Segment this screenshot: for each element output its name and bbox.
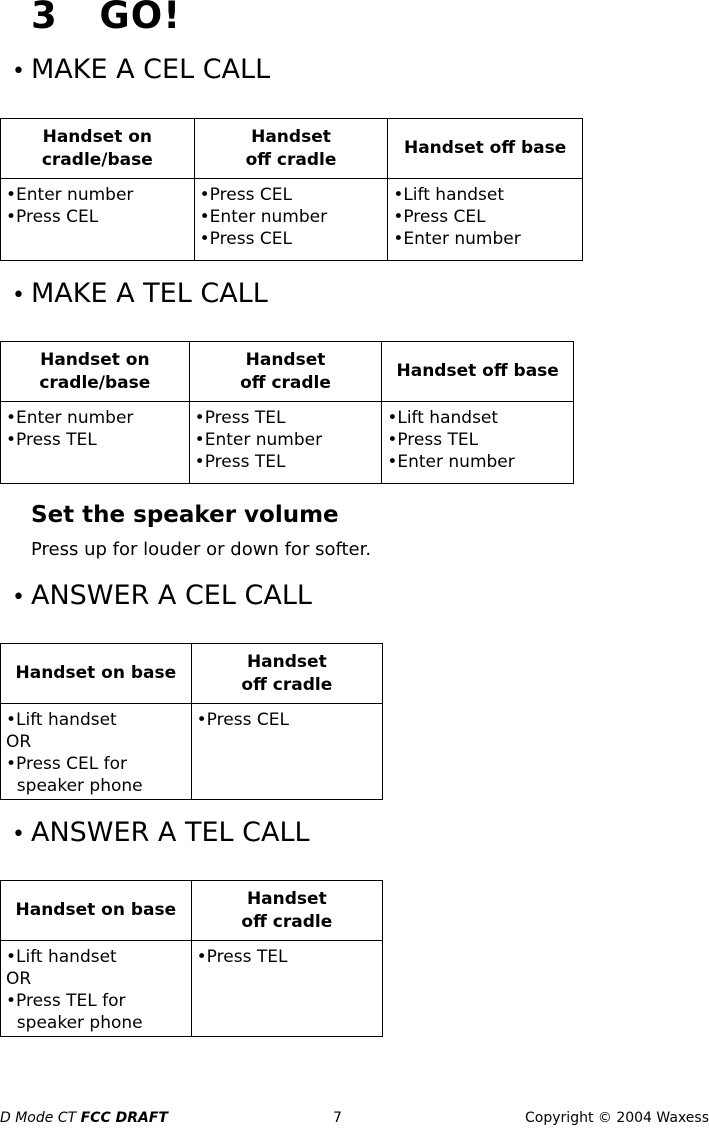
step-item: •Enter number	[6, 408, 134, 428]
step-item: •Enter number	[387, 452, 515, 472]
bullet-icon: •	[12, 283, 25, 308]
step-item: •Lift handset	[393, 185, 505, 205]
column-header: Handset off base	[387, 118, 583, 179]
step-item: •Press TEL	[6, 430, 97, 450]
heading-text: MAKE A CEL CALL	[31, 54, 271, 85]
step-item: •Press CEL	[6, 207, 99, 227]
step-item: •Lift handset	[387, 408, 499, 428]
bullet-icon: •	[12, 822, 25, 847]
table-header-row: Handset on base Handset off cradle	[0, 643, 384, 704]
step-item: •Press CEL	[199, 229, 292, 249]
section-heading-make-tel-call: • MAKE A TEL CALL	[12, 278, 268, 309]
table-cell: •Enter number •Press TEL	[0, 401, 190, 484]
bullet-icon: •	[12, 59, 25, 84]
speaker-volume-title: Set the speaker volume	[31, 502, 339, 528]
table-cell: •Lift handset •Press CEL •Enter number	[387, 178, 583, 261]
column-header: Handset off cradle	[193, 118, 389, 179]
table-header-row: Handset on cradle/base Handset off cradle…	[0, 118, 583, 179]
page-title: 3 GO!	[31, 0, 182, 37]
step-item: speaker phone	[6, 1013, 143, 1033]
table-cell: •Lift handset OR •Press TEL for speaker ph…	[0, 940, 192, 1037]
step-item: •Enter number	[194, 430, 323, 450]
make-cel-call-table: Handset on cradle/base Handset off cradle…	[0, 118, 583, 261]
table-header-row: Handset on cradle/base Handset off cradle…	[0, 341, 574, 402]
column-header: Handset on base	[0, 643, 192, 704]
step-item: •Enter number	[393, 229, 521, 249]
footer-document-label: D Mode CT FCC DRAFT	[0, 1110, 168, 1126]
answer-cel-call-table: Handset on base Handset off cradle •Lift …	[0, 643, 384, 800]
section-heading-make-cel-call: • MAKE A CEL CALL	[12, 54, 270, 85]
step-item: •Press TEL	[387, 430, 479, 450]
answer-tel-call-table: Handset on base Handset off cradle •Lift …	[0, 880, 384, 1037]
step-item: speaker phone	[6, 776, 143, 796]
step-item: •Lift handset	[6, 947, 117, 967]
step-item: •Press TEL	[194, 408, 286, 428]
step-item: OR	[6, 969, 32, 989]
footer-draft-label: FCC DRAFT	[80, 1110, 168, 1126]
section-heading-answer-cel-call: • ANSWER A CEL CALL	[12, 580, 312, 611]
bullet-icon: •	[12, 585, 25, 610]
table-row: •Enter number •Press TEL •Press TEL •Enter …	[0, 401, 574, 484]
column-header: Handset off cradle	[190, 880, 384, 941]
heading-text: ANSWER A CEL CALL	[31, 580, 312, 611]
column-header: Handset on base	[0, 880, 192, 941]
table-header-row: Handset on base Handset off cradle	[0, 880, 384, 941]
heading-text: ANSWER A TEL CALL	[31, 817, 310, 848]
step-item: •Enter number	[6, 185, 134, 205]
column-header: Handset on cradle/base	[0, 118, 195, 179]
column-header: Handset on cradle/base	[0, 341, 190, 402]
footer-copyright: Copyright © 2004 Waxess	[525, 1110, 709, 1126]
make-tel-call-table: Handset on cradle/base Handset off cradle…	[0, 341, 574, 484]
table-cell: •Press CEL	[190, 703, 384, 800]
step-item: •Press CEL	[199, 185, 292, 205]
table-cell: •Press TEL •Enter number •Press TEL	[188, 401, 383, 484]
step-item: •Press CEL	[196, 710, 289, 730]
step-item: •Enter number	[199, 207, 328, 227]
step-item: •Press TEL	[194, 452, 286, 472]
table-cell: •Lift handset OR •Press CEL for speaker ph…	[0, 703, 192, 800]
step-item: •Press CEL for	[6, 754, 128, 774]
column-header: Handset off base	[381, 341, 574, 402]
step-item: •Press TEL	[196, 947, 288, 967]
table-cell: •Lift handset •Press TEL •Enter number	[381, 401, 574, 484]
step-item: •Press TEL for	[6, 991, 126, 1011]
footer-model: D Mode CT	[0, 1110, 81, 1126]
page-number: 7	[333, 1110, 342, 1126]
speaker-volume-text: Press up for louder or down for softer.	[31, 539, 372, 560]
section-heading-answer-tel-call: • ANSWER A TEL CALL	[12, 817, 310, 848]
step-item: •Lift handset	[6, 710, 117, 730]
step-item: OR	[6, 732, 32, 752]
table-cell: •Enter number •Press CEL	[0, 178, 195, 261]
column-header: Handset off cradle	[190, 643, 384, 704]
column-header: Handset off cradle	[188, 341, 383, 402]
table-row: •Lift handset OR •Press CEL for speaker ph…	[0, 703, 384, 800]
step-item: •Press CEL	[393, 207, 486, 227]
table-cell: •Press TEL	[190, 940, 384, 1037]
table-row: •Lift handset OR •Press TEL for speaker ph…	[0, 940, 384, 1037]
table-row: •Enter number •Press CEL •Press CEL •Enter …	[0, 178, 583, 261]
heading-text: MAKE A TEL CALL	[31, 278, 268, 309]
table-cell: •Press CEL •Enter number •Press CEL	[193, 178, 389, 261]
